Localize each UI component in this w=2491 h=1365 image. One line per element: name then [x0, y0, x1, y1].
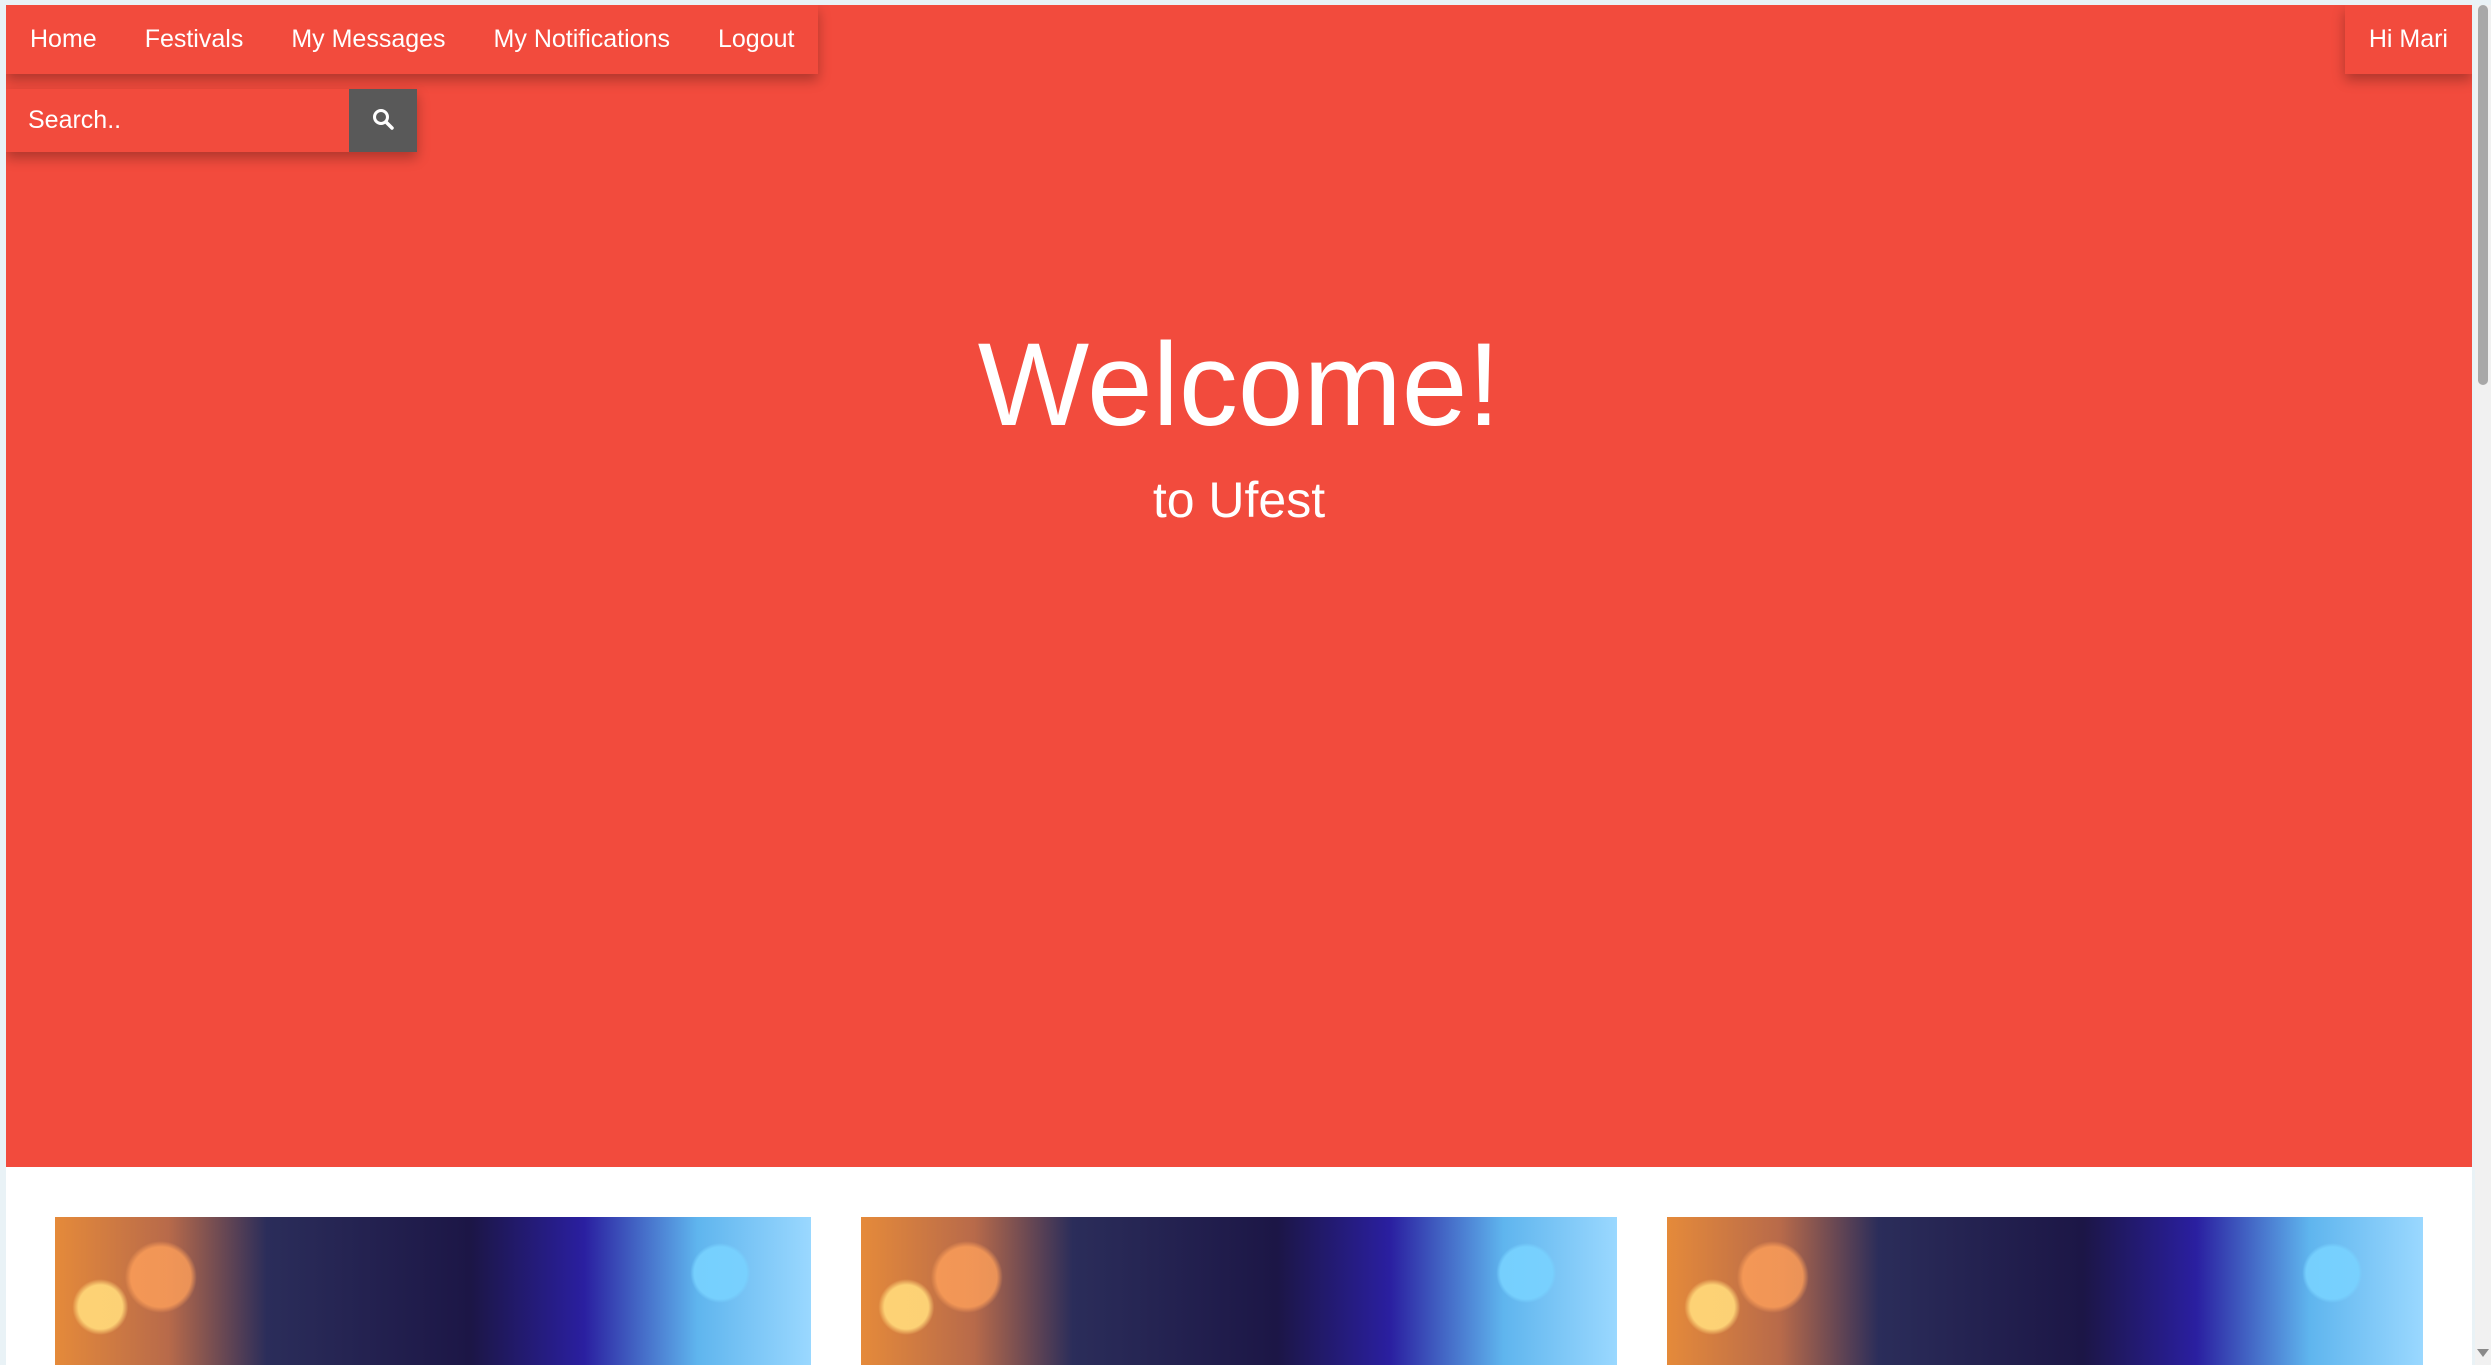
search-icon — [371, 107, 395, 134]
hero-subtitle: to Ufest — [1152, 472, 1326, 528]
user-greeting-label: Hi Mari — [2368, 25, 2448, 53]
search-button[interactable] — [349, 89, 417, 152]
page-viewport: Home Festivals My Messages My Notificati… — [6, 5, 2472, 1365]
user-greeting[interactable]: Hi Mari — [2344, 5, 2472, 74]
nav-my-messages[interactable]: My Messages — [267, 5, 469, 74]
nav-home[interactable]: Home — [6, 5, 121, 74]
festival-card-image[interactable] — [1667, 1217, 2423, 1365]
search-bar — [6, 89, 417, 152]
festival-cards — [6, 1217, 2472, 1365]
nav-logout[interactable]: Logout — [694, 5, 818, 74]
nav-my-notifications[interactable]: My Notifications — [470, 5, 694, 74]
scrollbar-thumb[interactable] — [2478, 5, 2488, 385]
festival-card-image[interactable] — [861, 1217, 1617, 1365]
nav-festivals[interactable]: Festivals — [121, 5, 268, 74]
hero-title: Welcome! — [977, 319, 1501, 451]
main-navbar: Home Festivals My Messages My Notificati… — [6, 5, 819, 74]
scroll-down-arrow-icon[interactable] — [2477, 1349, 2489, 1357]
search-input[interactable] — [6, 89, 349, 152]
vertical-scrollbar[interactable] — [2475, 5, 2491, 1365]
festival-card-image[interactable] — [55, 1217, 811, 1365]
hero-banner: Home Festivals My Messages My Notificati… — [6, 5, 2472, 1167]
